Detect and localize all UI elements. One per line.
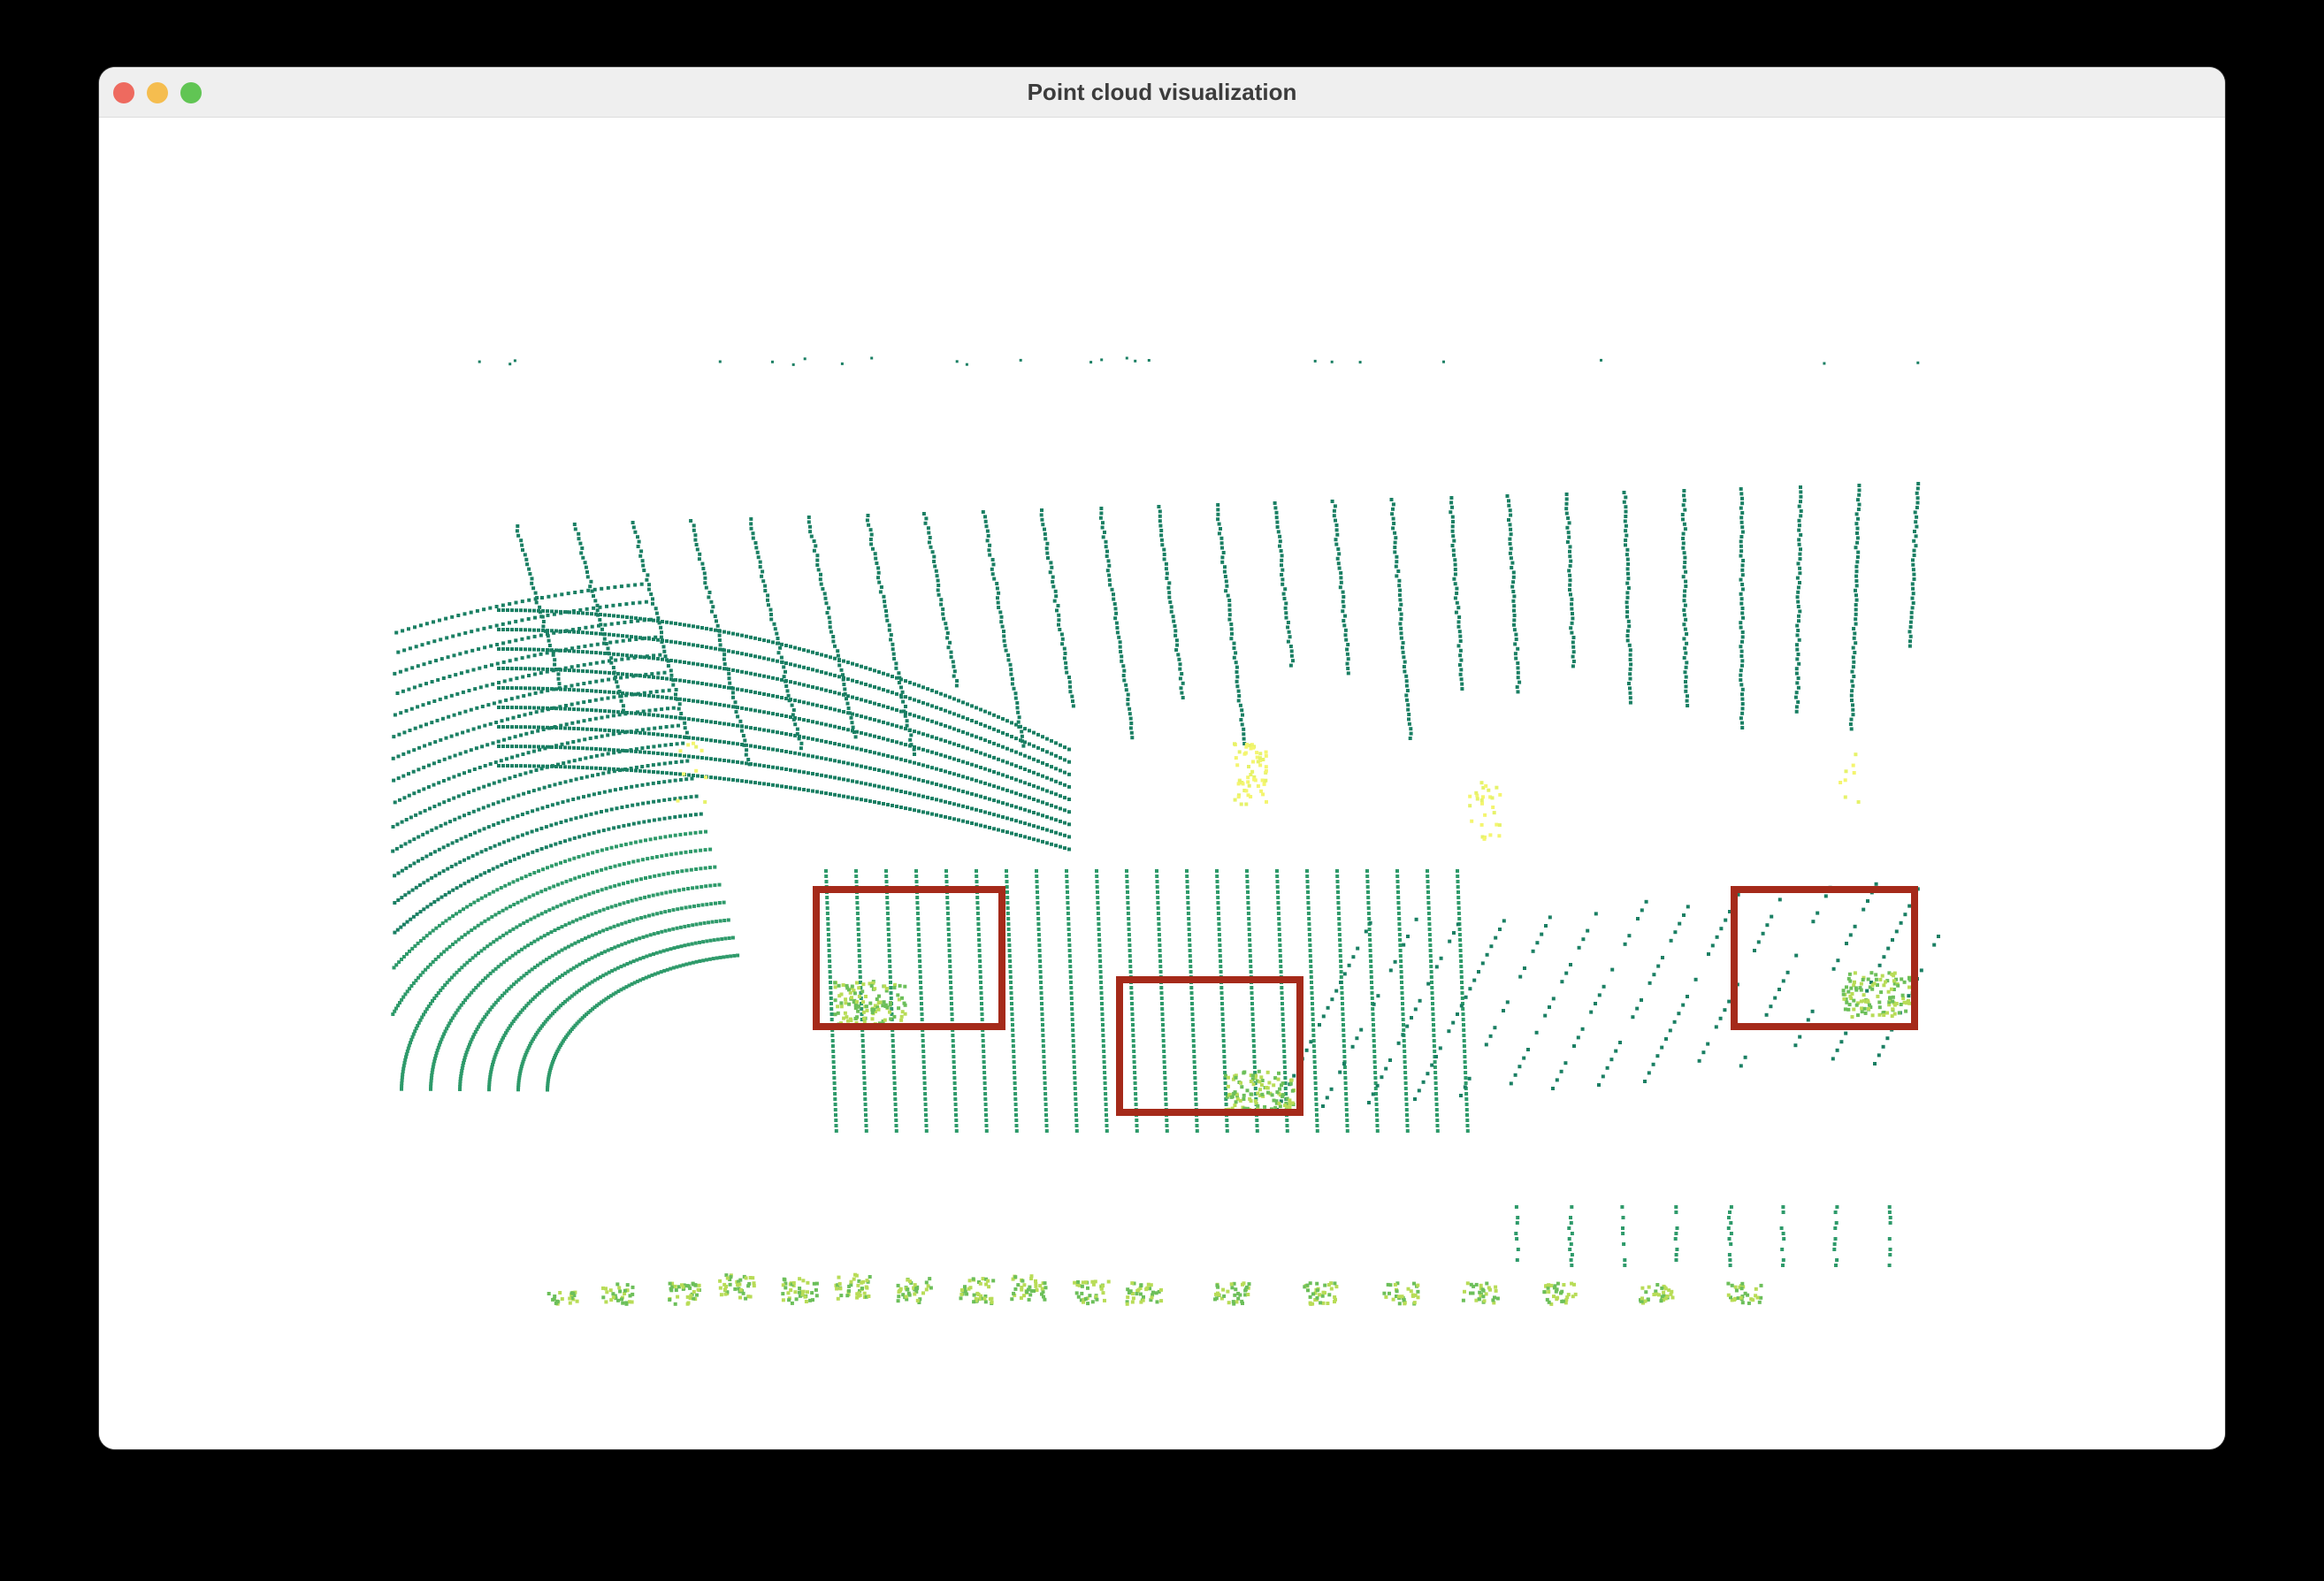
detection-box-1 [813, 886, 1005, 1030]
window-title: Point cloud visualization [1027, 79, 1297, 105]
detection-box-2 [1116, 976, 1303, 1116]
app-window: Point cloud visualization [99, 67, 2225, 1449]
title-bar[interactable]: Point cloud visualization [99, 67, 2225, 118]
point-cloud-view[interactable] [99, 118, 2225, 1449]
point-cloud-canvas[interactable] [99, 118, 2225, 1449]
detection-boxes [813, 886, 1918, 1116]
point-cloud-points [391, 356, 1940, 1306]
